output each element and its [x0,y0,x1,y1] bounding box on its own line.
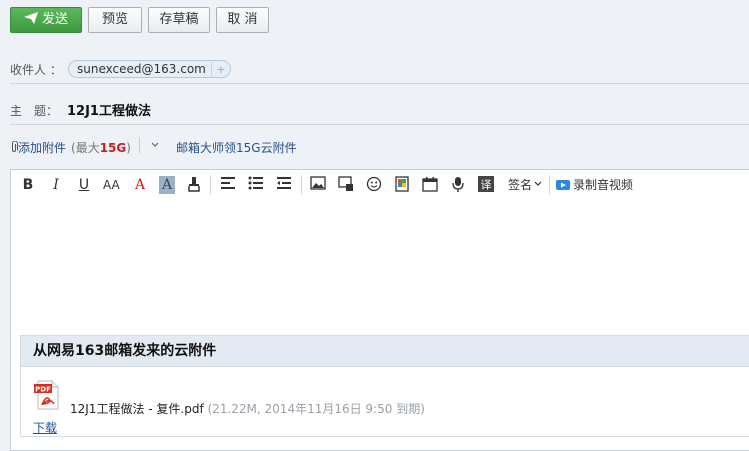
toolbar-divider [549,175,550,195]
svg-text:译: 译 [481,179,492,192]
attachment-row: 添加附件 (最大15G) [10,139,131,156]
send-icon [23,12,38,24]
signature-dropdown[interactable]: 签名 [508,176,542,194]
translate-icon[interactable]: 译 [478,176,494,194]
calendar-icon[interactable] [422,176,438,194]
paperclip-icon [10,140,18,156]
chevron-down-icon [534,181,542,186]
italic-button[interactable]: I [48,176,64,194]
stationery-icon[interactable] [394,176,410,194]
max-size-value: 15G [99,141,127,155]
cloud-file-name: 12J1工程做法 - 复件.pdf [70,402,204,416]
record-video-button[interactable]: 录制音视频 [556,176,633,194]
cloud-attachment-title: 从网易163邮箱发来的云附件 [21,336,749,367]
subject-divider [10,124,749,125]
send-button[interactable]: 发送 [10,7,82,33]
send-label: 发送 [41,12,68,27]
cloud-attachment-link[interactable]: 邮箱大师领15G云附件 [176,139,297,156]
recipient-address: sunexceed@163.com [77,62,206,76]
add-recipient-icon[interactable]: + [210,62,230,78]
preview-button[interactable]: 预览 [88,7,142,33]
add-attachment-link[interactable]: 添加附件 [18,141,66,155]
pdf-file-icon: PDF [34,379,62,414]
attachment-separator [139,137,140,153]
bold-button[interactable]: B [20,176,36,194]
screenshot-icon[interactable] [338,176,354,194]
video-camera-icon [556,180,570,190]
cancel-button[interactable]: 取 消 [216,7,269,33]
record-video-label: 录制音视频 [573,178,634,192]
recipients-label: 收件人 ： [10,63,62,77]
editor-toolbar: B I U AA A A 译 签名 录制音视频 [11,170,749,200]
subject-input[interactable]: 12J1工程做法 [67,100,151,119]
recipient-chip[interactable]: sunexceed@163.com + [68,60,231,78]
microphone-icon[interactable] [450,176,466,194]
chevron-down-icon[interactable] [150,137,160,156]
download-link[interactable]: 下载 [33,419,57,436]
recipient-divider [10,83,749,84]
font-color-button[interactable]: A [132,176,148,194]
emoji-icon[interactable] [366,176,382,194]
cloud-attachment-card: 从网易163邮箱发来的云附件 PDF 12J1工程做法 - 复件.pdf (21… [20,335,749,437]
font-size-button[interactable]: AA [103,176,120,194]
toolbar-divider [210,175,211,195]
indent-icon[interactable] [276,176,292,194]
max-size-suffix: ) [126,141,131,155]
format-brush-icon[interactable] [186,176,202,194]
cloud-file-meta: (21.22M, 2014年11月16日 9:50 到期) [207,402,425,416]
signature-label: 签名 [508,178,533,192]
max-size-prefix: (最大 [71,141,100,155]
subject-label: 主 题： [10,104,59,118]
background-color-button[interactable]: A [159,176,175,194]
pdf-badge-text: PDF [35,386,51,394]
insert-image-icon[interactable] [310,176,326,194]
underline-button[interactable]: U [76,176,92,194]
save-draft-button[interactable]: 存草稿 [148,7,210,33]
cloud-file-entry: 12J1工程做法 - 复件.pdf (21.22M, 2014年11月16日 9… [70,400,425,417]
toolbar-divider [301,175,302,195]
align-left-icon[interactable] [220,176,236,194]
bullet-list-icon[interactable] [248,176,264,194]
